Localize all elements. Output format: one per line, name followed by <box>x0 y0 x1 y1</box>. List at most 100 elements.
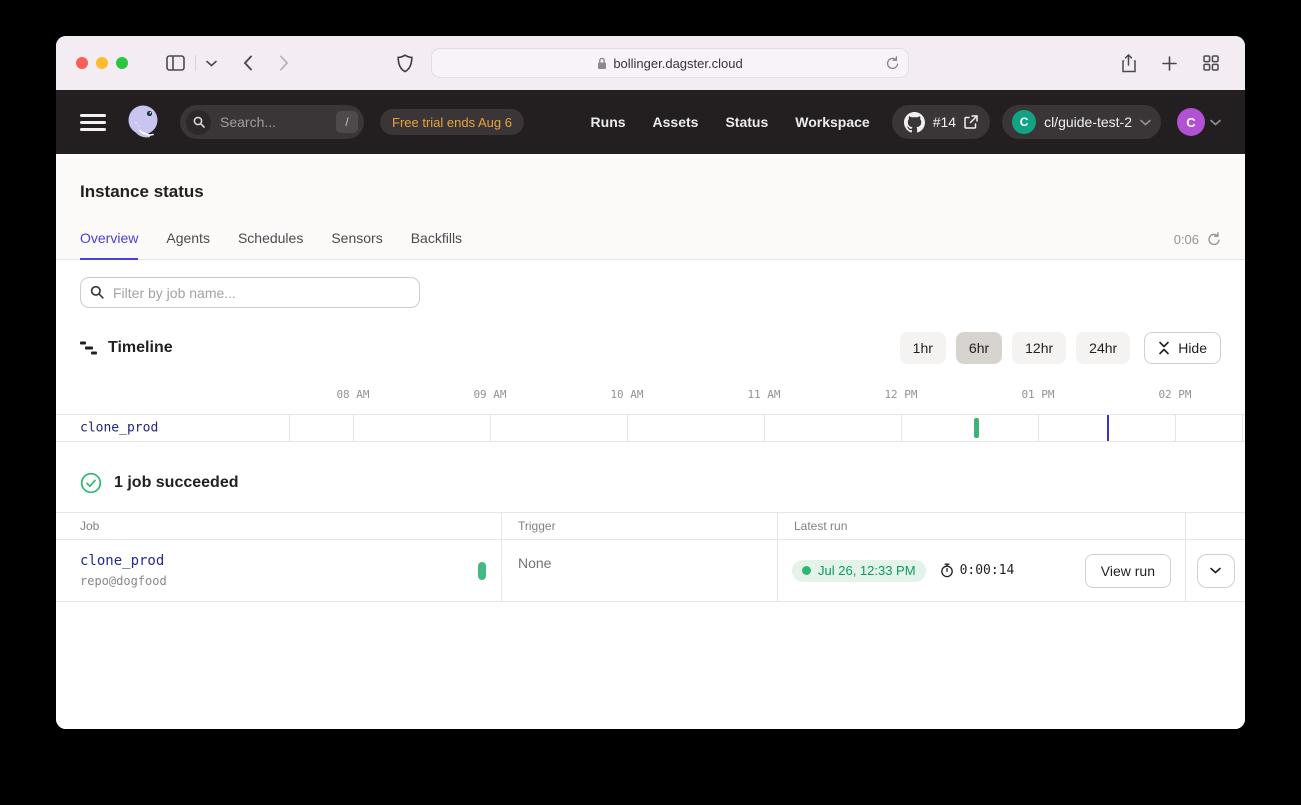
col-trigger: Trigger <box>501 513 777 539</box>
tab-overview-icon[interactable] <box>1197 49 1225 77</box>
axis-label: 01 PM <box>1008 388 1068 401</box>
app-header: Search... / Free trial ends Aug 6 Runs A… <box>56 90 1245 154</box>
axis-label: 02 PM <box>1145 388 1205 401</box>
view-run-button[interactable]: View run <box>1085 554 1171 588</box>
lock-icon <box>597 57 607 70</box>
search-shortcut-key: / <box>336 111 358 133</box>
deployment-avatar: C <box>1012 110 1036 134</box>
gridline <box>490 415 491 441</box>
success-check-icon <box>80 472 102 494</box>
browser-window: bollinger.dagster.cloud <box>56 36 1245 729</box>
main-content: Timeline 1hr 6hr 12hr 24hr Hide <box>56 260 1245 729</box>
external-link-icon <box>964 115 978 129</box>
timeline-chart: 08 AM 09 AM 10 AM 11 AM 12 PM 01 PM 02 P… <box>56 388 1245 442</box>
summary-text: 1 job succeeded <box>114 474 239 492</box>
range-1hr-button[interactable]: 1hr <box>900 332 946 364</box>
gridline <box>901 415 902 441</box>
run-marker[interactable] <box>974 418 979 438</box>
timeline-row: clone_prod <box>56 414 1245 442</box>
job-health-indicator[interactable] <box>478 562 486 580</box>
run-status-pill[interactable]: Jul 26, 12:33 PM <box>792 560 926 582</box>
axis-label: 09 AM <box>460 388 520 401</box>
gridline <box>1038 415 1039 441</box>
filter-input[interactable] <box>80 277 420 308</box>
reload-icon[interactable] <box>886 56 899 71</box>
sidebar-toggle-icon[interactable] <box>160 49 191 77</box>
chevron-down-icon <box>1210 119 1221 126</box>
range-6hr-button[interactable]: 6hr <box>956 332 1002 364</box>
jobs-table: Job Trigger Latest run clone_prod repo@d… <box>56 512 1245 602</box>
job-name-link[interactable]: clone_prod <box>80 553 501 569</box>
tab-overview[interactable]: Overview <box>80 230 138 259</box>
nav-runs[interactable]: Runs <box>591 114 626 130</box>
col-actions <box>1185 513 1245 539</box>
collapse-icon <box>1158 341 1170 355</box>
latest-run-cell: Jul 26, 12:33 PM 0:00:14 View run <box>777 540 1185 601</box>
new-tab-icon[interactable] <box>1156 49 1183 77</box>
stopwatch-icon <box>940 563 954 578</box>
refresh-countdown: 0:06 <box>1174 232 1199 247</box>
trial-badge[interactable]: Free trial ends Aug 6 <box>380 109 524 135</box>
timeline-icon <box>80 340 97 356</box>
col-latest-run: Latest run <box>777 513 1185 539</box>
deployment-switcher[interactable]: C cl/guide-test-2 <box>1002 105 1161 139</box>
tab-sensors[interactable]: Sensors <box>331 230 382 259</box>
tab-backfills[interactable]: Backfills <box>411 230 462 259</box>
github-pr-number: #14 <box>933 114 956 130</box>
close-window-button[interactable] <box>76 57 88 69</box>
nav-status[interactable]: Status <box>725 114 768 130</box>
global-search[interactable]: Search... / <box>180 105 364 139</box>
table-row: clone_prod repo@dogfood None Jul 26, 12:… <box>56 540 1245 602</box>
axis-label: 10 AM <box>597 388 657 401</box>
tab-agents[interactable]: Agents <box>166 230 210 259</box>
zoom-window-button[interactable] <box>116 57 128 69</box>
timeline-axis: 08 AM 09 AM 10 AM 11 AM 12 PM 01 PM 02 P… <box>56 388 1245 406</box>
search-placeholder: Search... <box>220 114 276 130</box>
nav-assets[interactable]: Assets <box>653 114 699 130</box>
url-text: bollinger.dagster.cloud <box>613 56 742 71</box>
timeline-title: Timeline <box>108 339 173 357</box>
address-bar[interactable]: bollinger.dagster.cloud <box>431 48 909 78</box>
user-menu[interactable]: C <box>1177 108 1221 136</box>
row-expand-button[interactable] <box>1197 554 1235 588</box>
github-icon <box>904 112 925 133</box>
range-24hr-button[interactable]: 24hr <box>1076 332 1130 364</box>
back-icon[interactable] <box>237 49 259 77</box>
privacy-shield-icon[interactable] <box>391 49 419 77</box>
current-time-line <box>1107 415 1109 441</box>
user-avatar: C <box>1177 108 1205 136</box>
table-header: Job Trigger Latest run <box>56 513 1245 540</box>
browser-toolbar: bollinger.dagster.cloud <box>56 36 1245 90</box>
nav-workspace[interactable]: Workspace <box>795 114 869 130</box>
filter-search-icon <box>90 285 104 304</box>
gridline <box>1175 415 1176 441</box>
dagster-logo[interactable] <box>124 103 162 141</box>
axis-label: 11 AM <box>734 388 794 401</box>
tabs: Overview Agents Schedules Sensors Backfi… <box>80 230 1221 259</box>
window-controls <box>76 57 128 69</box>
gridline <box>353 415 354 441</box>
job-repo: repo@dogfood <box>80 574 501 588</box>
trigger-cell: None <box>501 540 777 601</box>
forward-icon[interactable] <box>273 49 295 77</box>
sidebar-chevron-icon[interactable] <box>200 49 223 77</box>
range-12hr-button[interactable]: 12hr <box>1012 332 1066 364</box>
github-link[interactable]: #14 <box>892 105 990 139</box>
page-title: Instance status <box>80 182 1221 202</box>
success-dot-icon <box>802 566 811 575</box>
minimize-window-button[interactable] <box>96 57 108 69</box>
menu-icon[interactable] <box>80 114 106 131</box>
refresh-icon[interactable] <box>1207 232 1221 247</box>
run-duration: 0:00:14 <box>960 563 1015 578</box>
share-icon[interactable] <box>1115 49 1142 77</box>
timeline-job-link[interactable]: clone_prod <box>80 421 158 436</box>
hide-timeline-button[interactable]: Hide <box>1144 332 1221 364</box>
chevron-down-icon <box>1140 119 1151 126</box>
gridline <box>289 415 290 441</box>
deployment-name: cl/guide-test-2 <box>1044 114 1132 130</box>
page-head: Instance status Overview Agents Schedule… <box>56 154 1245 260</box>
gridline <box>764 415 765 441</box>
run-timestamp: Jul 26, 12:33 PM <box>818 563 916 578</box>
axis-label: 08 AM <box>323 388 383 401</box>
tab-schedules[interactable]: Schedules <box>238 230 303 259</box>
